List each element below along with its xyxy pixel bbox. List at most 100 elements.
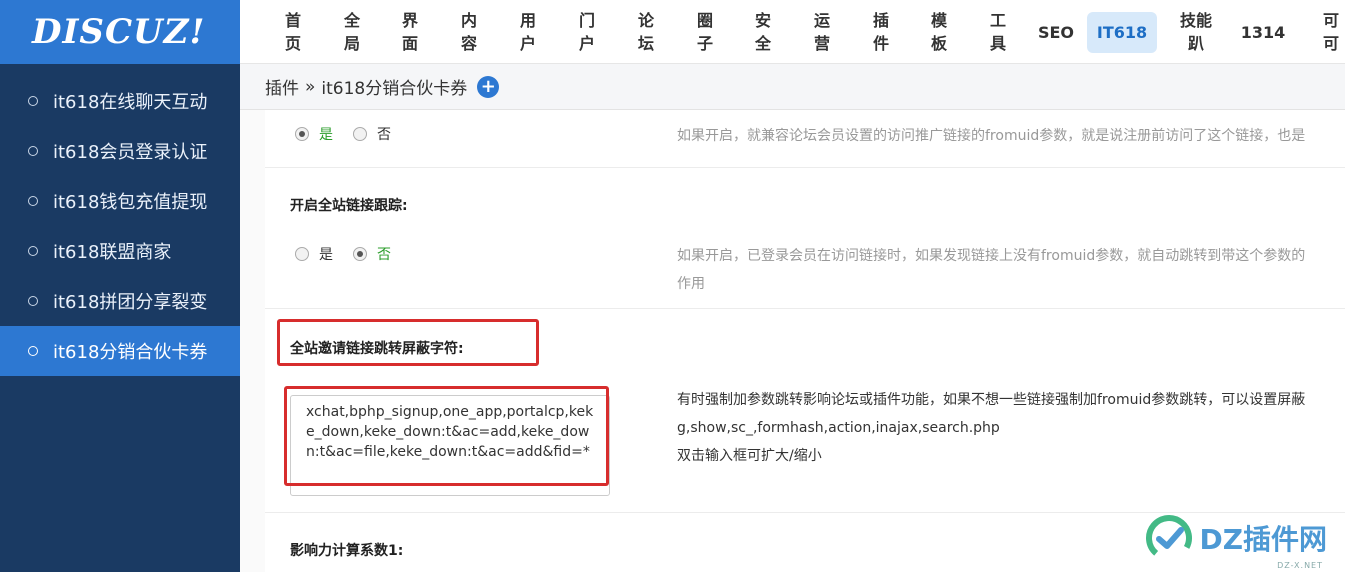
sidebar-menu: it618在线聊天互动 it618会员登录认证 it618钱包充值提现 it61… — [0, 76, 240, 376]
nav-label: 运 — [813, 11, 830, 30]
sidebar-item-label: it618分销合伙卡券 — [53, 342, 208, 363]
nav-seo[interactable]: SEO — [1036, 0, 1076, 64]
nav-portal[interactable]: 门户 — [574, 0, 600, 64]
nav-plugins[interactable]: 插件 — [868, 0, 894, 64]
divider — [265, 308, 1345, 309]
sidebar-item-label: it618拼团分享裂变 — [53, 292, 208, 313]
sidebar-item-group-buy[interactable]: it618拼团分享裂变 — [0, 276, 240, 326]
nav-keke[interactable]: 可可 — [1318, 0, 1344, 64]
setting-label-link-tracking: 开启全站链接跟踪: — [290, 198, 408, 214]
nav-label: 1314 — [1240, 22, 1286, 42]
radio-no[interactable] — [353, 247, 367, 261]
setting-description: 有时强制加参数跳转影响论坛或插件功能，如果不想一些链接强制加fromuid参数跳… — [677, 386, 1305, 470]
setting-description: 如果开启，已登录会员在访问链接时，如果发现链接上没有fromuid参数，就自动跳… — [677, 242, 1305, 298]
nav-it618[interactable]: IT618 — [1087, 12, 1157, 53]
nav-1314[interactable]: 1314 — [1240, 0, 1286, 64]
sidebar-item-merchant[interactable]: it618联盟商家 — [0, 226, 240, 276]
nav-label: 容 — [460, 34, 477, 53]
sidebar-item-wallet[interactable]: it618钱包充值提现 — [0, 176, 240, 226]
watermark: DZ插件网 — [1145, 514, 1327, 562]
sidebar-item-label: it618会员登录认证 — [53, 142, 208, 163]
nav-forum[interactable]: 论坛 — [633, 0, 659, 64]
nav-home[interactable]: 首页 — [280, 0, 306, 64]
plus-icon: + — [480, 75, 496, 97]
circle-icon — [28, 196, 38, 206]
nav-label: 局 — [343, 34, 360, 53]
nav-label: 圈 — [696, 11, 713, 30]
nav-label: 趴 — [1187, 34, 1204, 53]
radio-yes-label: 是 — [319, 127, 333, 143]
nav-label: 门 — [578, 11, 595, 30]
nav-label: 全 — [754, 34, 771, 53]
nav-label: 可 — [1322, 34, 1339, 53]
desc-line: 双击输入框可扩大/缩小 — [677, 448, 822, 464]
radio-yes[interactable] — [295, 127, 309, 141]
setting-label-influence-coef: 影响力计算系数1: — [290, 543, 404, 559]
divider — [265, 512, 1345, 513]
circle-icon — [28, 296, 38, 306]
sidebar-item-label: it618联盟商家 — [53, 242, 172, 263]
sidebar-item-login-auth[interactable]: it618会员登录认证 — [0, 126, 240, 176]
app-root: DISCUZ! it618在线聊天互动 it618会员登录认证 it618钱包充… — [0, 0, 1345, 572]
nav-users[interactable]: 用户 — [515, 0, 541, 64]
nav-circle[interactable]: 圈子 — [692, 0, 718, 64]
nav-global[interactable]: 全局 — [339, 0, 365, 64]
radio-no-label: 否 — [377, 247, 391, 263]
nav-label: 技能 — [1179, 11, 1212, 30]
radio-yes-label: 是 — [319, 247, 333, 263]
nav-label: 营 — [813, 34, 830, 53]
nav-label: 坛 — [637, 34, 654, 53]
radio-yes[interactable] — [295, 247, 309, 261]
nav-label: 界 — [401, 11, 418, 30]
sidebar-item-chat[interactable]: it618在线聊天互动 — [0, 76, 240, 126]
sidebar-item-distribution[interactable]: it618分销合伙卡券 — [0, 326, 240, 376]
nav-label: 全 — [343, 11, 360, 30]
nav-label: 具 — [989, 34, 1006, 53]
breadcrumb-separator: » — [305, 76, 316, 97]
nav-content[interactable]: 内容 — [456, 0, 482, 64]
nav-label: 户 — [519, 34, 536, 53]
nav-label: 插 — [872, 11, 889, 30]
desc-line: 如果开启，已登录会员在访问链接时，如果发现链接上没有fromuid参数，就自动跳… — [677, 248, 1306, 264]
nav-label: 首 — [284, 11, 301, 30]
setting-label-block-chars: 全站邀请链接跳转屏蔽字符: — [290, 341, 464, 357]
nav-label: 论 — [637, 11, 654, 30]
nav-security[interactable]: 安全 — [750, 0, 776, 64]
nav-label: 工 — [989, 11, 1006, 30]
watermark-subtext: DZ-X.NET — [1277, 561, 1323, 570]
watermark-text: DZ插件网 — [1199, 523, 1327, 556]
nav-label: 件 — [872, 34, 889, 53]
desc-line: g,show,sc_,formhash,action,inajax,search… — [677, 420, 1000, 436]
breadcrumb-current: it618分销合伙卡券 — [321, 79, 468, 99]
breadcrumb-parent[interactable]: 插件 — [265, 74, 299, 99]
radio-group-link-tracking: 是 否 — [295, 244, 411, 264]
circle-icon — [28, 346, 38, 356]
nav-interface[interactable]: 界面 — [397, 0, 423, 64]
circle-icon — [28, 246, 38, 256]
main-content: 是 否 如果开启，就兼容论坛会员设置的访问推广链接的fromuid参数，就是说注… — [240, 110, 1345, 572]
logo[interactable]: DISCUZ! — [0, 0, 240, 64]
desc-line: 有时强制加参数跳转影响论坛或插件功能，如果不想一些链接强制加fromuid参数跳… — [677, 392, 1306, 408]
add-shortcut-button[interactable]: + — [477, 75, 500, 98]
nav-label: IT618 — [1096, 23, 1148, 42]
nav-tools[interactable]: 工具 — [985, 0, 1011, 64]
sidebar-item-label: it618在线聊天互动 — [53, 92, 208, 113]
nav-label: 户 — [578, 34, 595, 53]
nav-label: 子 — [696, 34, 713, 53]
nav-label: 模 — [930, 11, 947, 30]
logo-text: DISCUZ! — [32, 12, 206, 52]
nav-label: 板 — [930, 34, 947, 53]
watermark-logo-icon — [1146, 515, 1193, 561]
sidebar-item-label: it618钱包充值提现 — [53, 192, 208, 213]
nav-label: 用 — [519, 11, 536, 30]
desc-line: 作用 — [677, 276, 705, 292]
nav-templates[interactable]: 模板 — [926, 0, 952, 64]
highlight-box — [284, 386, 609, 486]
circle-icon — [28, 146, 38, 156]
breadcrumb: 插件 » it618分销合伙卡券 + — [240, 64, 1345, 110]
nav-skills[interactable]: 技能趴 — [1176, 0, 1216, 64]
setting-description: 如果开启，就兼容论坛会员设置的访问推广链接的fromuid参数，就是说注册前访问… — [677, 128, 1306, 144]
nav-label: 内 — [460, 11, 477, 30]
radio-no[interactable] — [353, 127, 367, 141]
nav-operation[interactable]: 运营 — [809, 0, 835, 64]
